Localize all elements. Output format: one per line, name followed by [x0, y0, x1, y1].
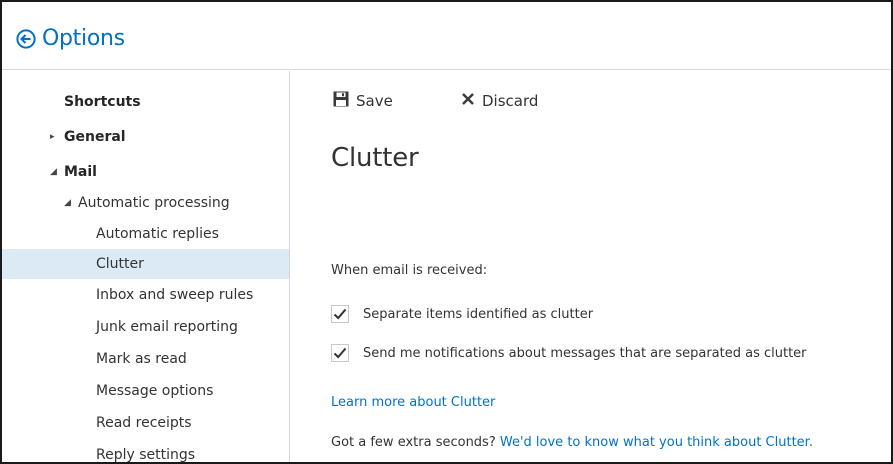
checkmark-icon	[333, 308, 347, 320]
sidebar-item-reply-settings[interactable]: Reply settings	[2, 440, 289, 463]
sidebar-item-label: Message options	[96, 383, 214, 399]
triangle-down-icon: ◢	[64, 198, 71, 208]
sidebar-item-label: Mark as read	[96, 351, 187, 367]
sidebar-item-label: Automatic replies	[96, 226, 219, 242]
options-window: Options Shortcuts ▸ General ◢ Mail ◢ Aut…	[0, 0, 893, 464]
sidebar-item-label: Reply settings	[96, 447, 196, 463]
feedback-prefix: Got a few extra seconds?	[331, 435, 496, 450]
feedback-link[interactable]: We'd love to know what you think about C…	[500, 435, 813, 450]
clutter-settings-panel: Save Discard Clutter When email is recei…	[291, 71, 891, 462]
checkmark-icon	[333, 347, 347, 359]
sidebar-item-label: General	[64, 129, 126, 145]
sidebar-item-clutter[interactable]: Clutter	[2, 249, 289, 279]
clutter-notifications-label: Send me notifications about messages tha…	[363, 345, 807, 361]
sidebar-item-shortcuts[interactable]: Shortcuts	[2, 87, 289, 117]
clutter-notifications-option[interactable]: Send me notifications about messages tha…	[331, 341, 807, 365]
save-button[interactable]: Save	[333, 89, 393, 113]
sidebar-item-label: Inbox and sweep rules	[96, 287, 254, 303]
page-title: Clutter	[331, 143, 419, 173]
section-label: When email is received:	[331, 263, 488, 278]
triangle-right-icon: ▸	[50, 132, 55, 142]
sidebar-item-message-options[interactable]: Message options	[2, 376, 289, 406]
sidebar-item-general[interactable]: ▸ General	[2, 122, 289, 152]
feedback-text: Got a few extra seconds? We'd love to kn…	[331, 435, 813, 450]
sidebar-item-label: Clutter	[96, 256, 144, 272]
sidebar-item-automatic-replies[interactable]: Automatic replies	[2, 219, 289, 249]
separate-clutter-label: Separate items identified as clutter	[363, 306, 594, 322]
triangle-down-icon: ◢	[50, 167, 57, 177]
sidebar-item-mail[interactable]: ◢ Mail	[2, 157, 289, 187]
sidebar-item-label: Mail	[64, 164, 97, 180]
sidebar-item-automatic-processing[interactable]: ◢ Automatic processing	[2, 188, 289, 218]
sidebar-item-label: Read receipts	[96, 415, 192, 431]
sidebar-item-mark-as-read[interactable]: Mark as read	[2, 344, 289, 374]
save-label: Save	[356, 92, 393, 110]
discard-label: Discard	[482, 92, 539, 110]
sidebar-item-junk-email-reporting[interactable]: Junk email reporting	[2, 312, 289, 342]
sidebar-item-inbox-and-sweep-rules[interactable]: Inbox and sweep rules	[2, 280, 289, 310]
circle-arrow-left-icon	[16, 28, 36, 49]
separate-clutter-checkbox[interactable]	[331, 305, 349, 323]
floppy-disk-icon	[333, 91, 349, 111]
options-sidebar: Shortcuts ▸ General ◢ Mail ◢ Automatic p…	[2, 71, 290, 463]
x-icon	[461, 92, 475, 110]
clutter-notifications-checkbox[interactable]	[331, 344, 349, 362]
sidebar-item-label: Automatic processing	[78, 195, 230, 211]
sidebar-item-label: Shortcuts	[64, 94, 141, 110]
separate-clutter-option[interactable]: Separate items identified as clutter	[331, 302, 593, 326]
sidebar-item-label: Junk email reporting	[96, 319, 238, 335]
options-header: Options	[2, 2, 891, 70]
back-button[interactable]: Options	[16, 26, 125, 51]
page-header-title: Options	[42, 26, 125, 51]
learn-more-link[interactable]: Learn more about Clutter	[331, 395, 495, 410]
discard-button[interactable]: Discard	[461, 89, 538, 113]
sidebar-item-read-receipts[interactable]: Read receipts	[2, 408, 289, 438]
